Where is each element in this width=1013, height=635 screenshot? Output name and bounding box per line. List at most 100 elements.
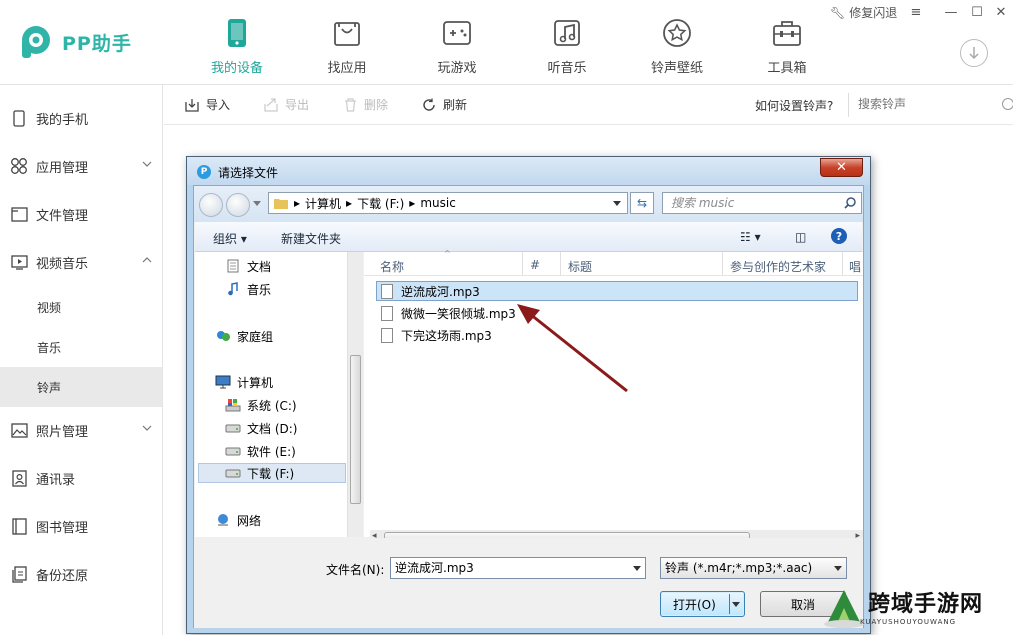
repair-crash-button[interactable]: 🔧︎ 修复闪退: [830, 4, 897, 21]
forward-button[interactable]: [226, 193, 250, 217]
column-name[interactable]: 名称: [380, 258, 404, 275]
filetype-select[interactable]: 铃声 (*.m4r;*.mp3;*.aac): [660, 557, 847, 579]
tree-label: 文档: [247, 259, 272, 274]
contacts-icon: [10, 469, 28, 487]
address-dropdown-icon[interactable]: [613, 201, 621, 206]
tree-item-drive-f[interactable]: 下载 (F:): [198, 463, 346, 483]
nav-toolbox[interactable]: 工具箱: [732, 0, 842, 85]
sidebar-item-backup-restore[interactable]: 备份还原: [0, 550, 162, 598]
open-dropdown-icon[interactable]: [732, 602, 740, 607]
column-divider[interactable]: [522, 252, 523, 276]
tree-item-documents[interactable]: 文档: [225, 256, 271, 276]
download-arrow-icon: [969, 47, 979, 60]
preview-pane-button[interactable]: ◫: [795, 230, 806, 244]
nav-label: 玩游戏: [437, 61, 477, 76]
nav-label: 我的设备: [210, 61, 263, 76]
import-label: 导入: [206, 98, 231, 112]
window-menu-button[interactable]: ≡: [905, 3, 927, 21]
delete-button[interactable]: 删除: [342, 96, 388, 113]
view-options-button[interactable]: ☷ ▾: [740, 230, 761, 244]
column-artist[interactable]: 参与创作的艺术家: [730, 258, 826, 275]
sidebar-item-label: 视频音乐: [36, 256, 89, 272]
sidebar-subitem-ringtones[interactable]: 铃声: [0, 367, 162, 407]
sidebar-item-label: 图书管理: [36, 520, 89, 536]
tree-item-music[interactable]: 音乐: [225, 279, 271, 299]
file-row[interactable]: 下完这场雨.mp3: [381, 325, 861, 345]
sidebar-item-my-phone[interactable]: 我的手机: [0, 94, 162, 142]
minimize-button[interactable]: —: [940, 3, 962, 21]
breadcrumb-drive[interactable]: 下载 (F:): [357, 195, 404, 212]
tree-item-homegroup[interactable]: 家庭组: [215, 326, 273, 346]
close-button[interactable]: ✕: [990, 3, 1012, 21]
filename-input[interactable]: 逆流成河.mp3: [390, 557, 646, 579]
sidebar-subitem-label: 铃声: [37, 380, 62, 395]
ringtone-search-input[interactable]: [858, 97, 998, 111]
file-row[interactable]: 逆流成河.mp3: [376, 281, 858, 301]
tree-scrollbar[interactable]: [347, 252, 363, 537]
sidebar-item-label: 文件管理: [36, 208, 89, 224]
maximize-button[interactable]: ☐: [966, 3, 988, 21]
toolbox-icon: [771, 17, 803, 49]
export-button[interactable]: 导出: [263, 96, 309, 113]
refresh-button[interactable]: 刷新: [421, 96, 467, 113]
folder-outline-icon: [10, 205, 28, 223]
repair-label: 修复闪退: [849, 6, 898, 20]
sidebar-item-video-music[interactable]: 视频音乐: [0, 238, 162, 286]
refresh-arrows-icon: ⇆: [636, 196, 648, 210]
tree-item-drive-d[interactable]: 文档 (D:): [225, 418, 297, 438]
tree-label: 音乐: [247, 282, 272, 297]
history-dropdown-icon[interactable]: [253, 201, 261, 207]
import-button[interactable]: 导入: [184, 96, 230, 113]
address-refresh-button[interactable]: ⇆: [630, 192, 654, 214]
back-button[interactable]: [199, 193, 223, 217]
minimize-icon: —: [944, 4, 958, 20]
nav-ringtones-wallpapers[interactable]: 铃声壁纸: [622, 0, 732, 85]
breadcrumb-computer[interactable]: 计算机: [305, 195, 341, 212]
filename-value: 逆流成河.mp3: [395, 561, 474, 575]
sidebar-item-photo-management[interactable]: 照片管理: [0, 406, 162, 454]
scroll-thumb[interactable]: [350, 355, 361, 504]
organize-menu[interactable]: 组织 ▾: [213, 230, 247, 247]
tree-item-computer[interactable]: 计算机: [215, 372, 273, 392]
music-note-icon: [551, 17, 583, 49]
column-divider[interactable]: [722, 252, 723, 276]
tree-item-drive-e[interactable]: 软件 (E:): [225, 441, 296, 461]
howto-set-ringtone-link[interactable]: 如何设置铃声?: [755, 97, 833, 114]
file-row[interactable]: 微微一笑很倾城.mp3: [381, 303, 861, 323]
nav-play-games[interactable]: 玩游戏: [402, 0, 512, 85]
sidebar-item-app-management[interactable]: 应用管理: [0, 142, 162, 190]
breadcrumb-sep: ▸: [346, 196, 353, 210]
column-divider[interactable]: [842, 252, 843, 276]
view-list-icon: ☷: [740, 230, 751, 244]
toolbar-divider: [848, 93, 849, 117]
dialog-body: ▸ 计算机 ▸ 下载 (F:) ▸ music ⇆ 搜索 music 组织 ▾ …: [193, 185, 864, 628]
column-divider[interactable]: [560, 252, 561, 276]
column-album[interactable]: 唱: [849, 258, 863, 275]
folder-search-input[interactable]: 搜索 music: [662, 192, 862, 214]
tree-item-drive-c[interactable]: 系统 (C:): [225, 395, 297, 415]
address-bar[interactable]: ▸ 计算机 ▸ 下载 (F:) ▸ music: [268, 192, 628, 214]
breadcrumb-folder[interactable]: music: [420, 196, 455, 210]
nav-music[interactable]: 听音乐: [512, 0, 622, 85]
new-folder-button[interactable]: 新建文件夹: [281, 230, 341, 247]
open-button[interactable]: 打开(O): [660, 591, 745, 617]
filename-dropdown-icon[interactable]: [633, 566, 641, 571]
column-number[interactable]: #: [530, 258, 540, 272]
tree-item-network[interactable]: 网络: [215, 510, 261, 530]
column-title[interactable]: 标题: [568, 258, 592, 275]
sidebar-subitem-video[interactable]: 视频: [0, 287, 162, 327]
sidebar-subitem-label: 音乐: [37, 340, 62, 355]
dialog-close-button[interactable]: ✕: [820, 158, 863, 177]
sidebar-item-book-management[interactable]: 图书管理: [0, 502, 162, 550]
sidebar-subitem-music[interactable]: 音乐: [0, 327, 162, 367]
sidebar-item-file-management[interactable]: 文件管理: [0, 190, 162, 238]
nav-my-device[interactable]: 我的设备: [182, 0, 292, 85]
folder-search-placeholder: 搜索 music: [671, 196, 735, 210]
search-icon[interactable]: [1002, 98, 1013, 110]
help-button[interactable]: ?: [831, 228, 847, 244]
nav-find-apps[interactable]: 找应用: [292, 0, 402, 85]
download-manager-button[interactable]: [960, 39, 988, 67]
breadcrumb-sep: ▸: [294, 196, 301, 210]
sidebar-item-contacts[interactable]: 通讯录: [0, 454, 162, 502]
sidebar-item-label: 通讯录: [36, 472, 76, 488]
